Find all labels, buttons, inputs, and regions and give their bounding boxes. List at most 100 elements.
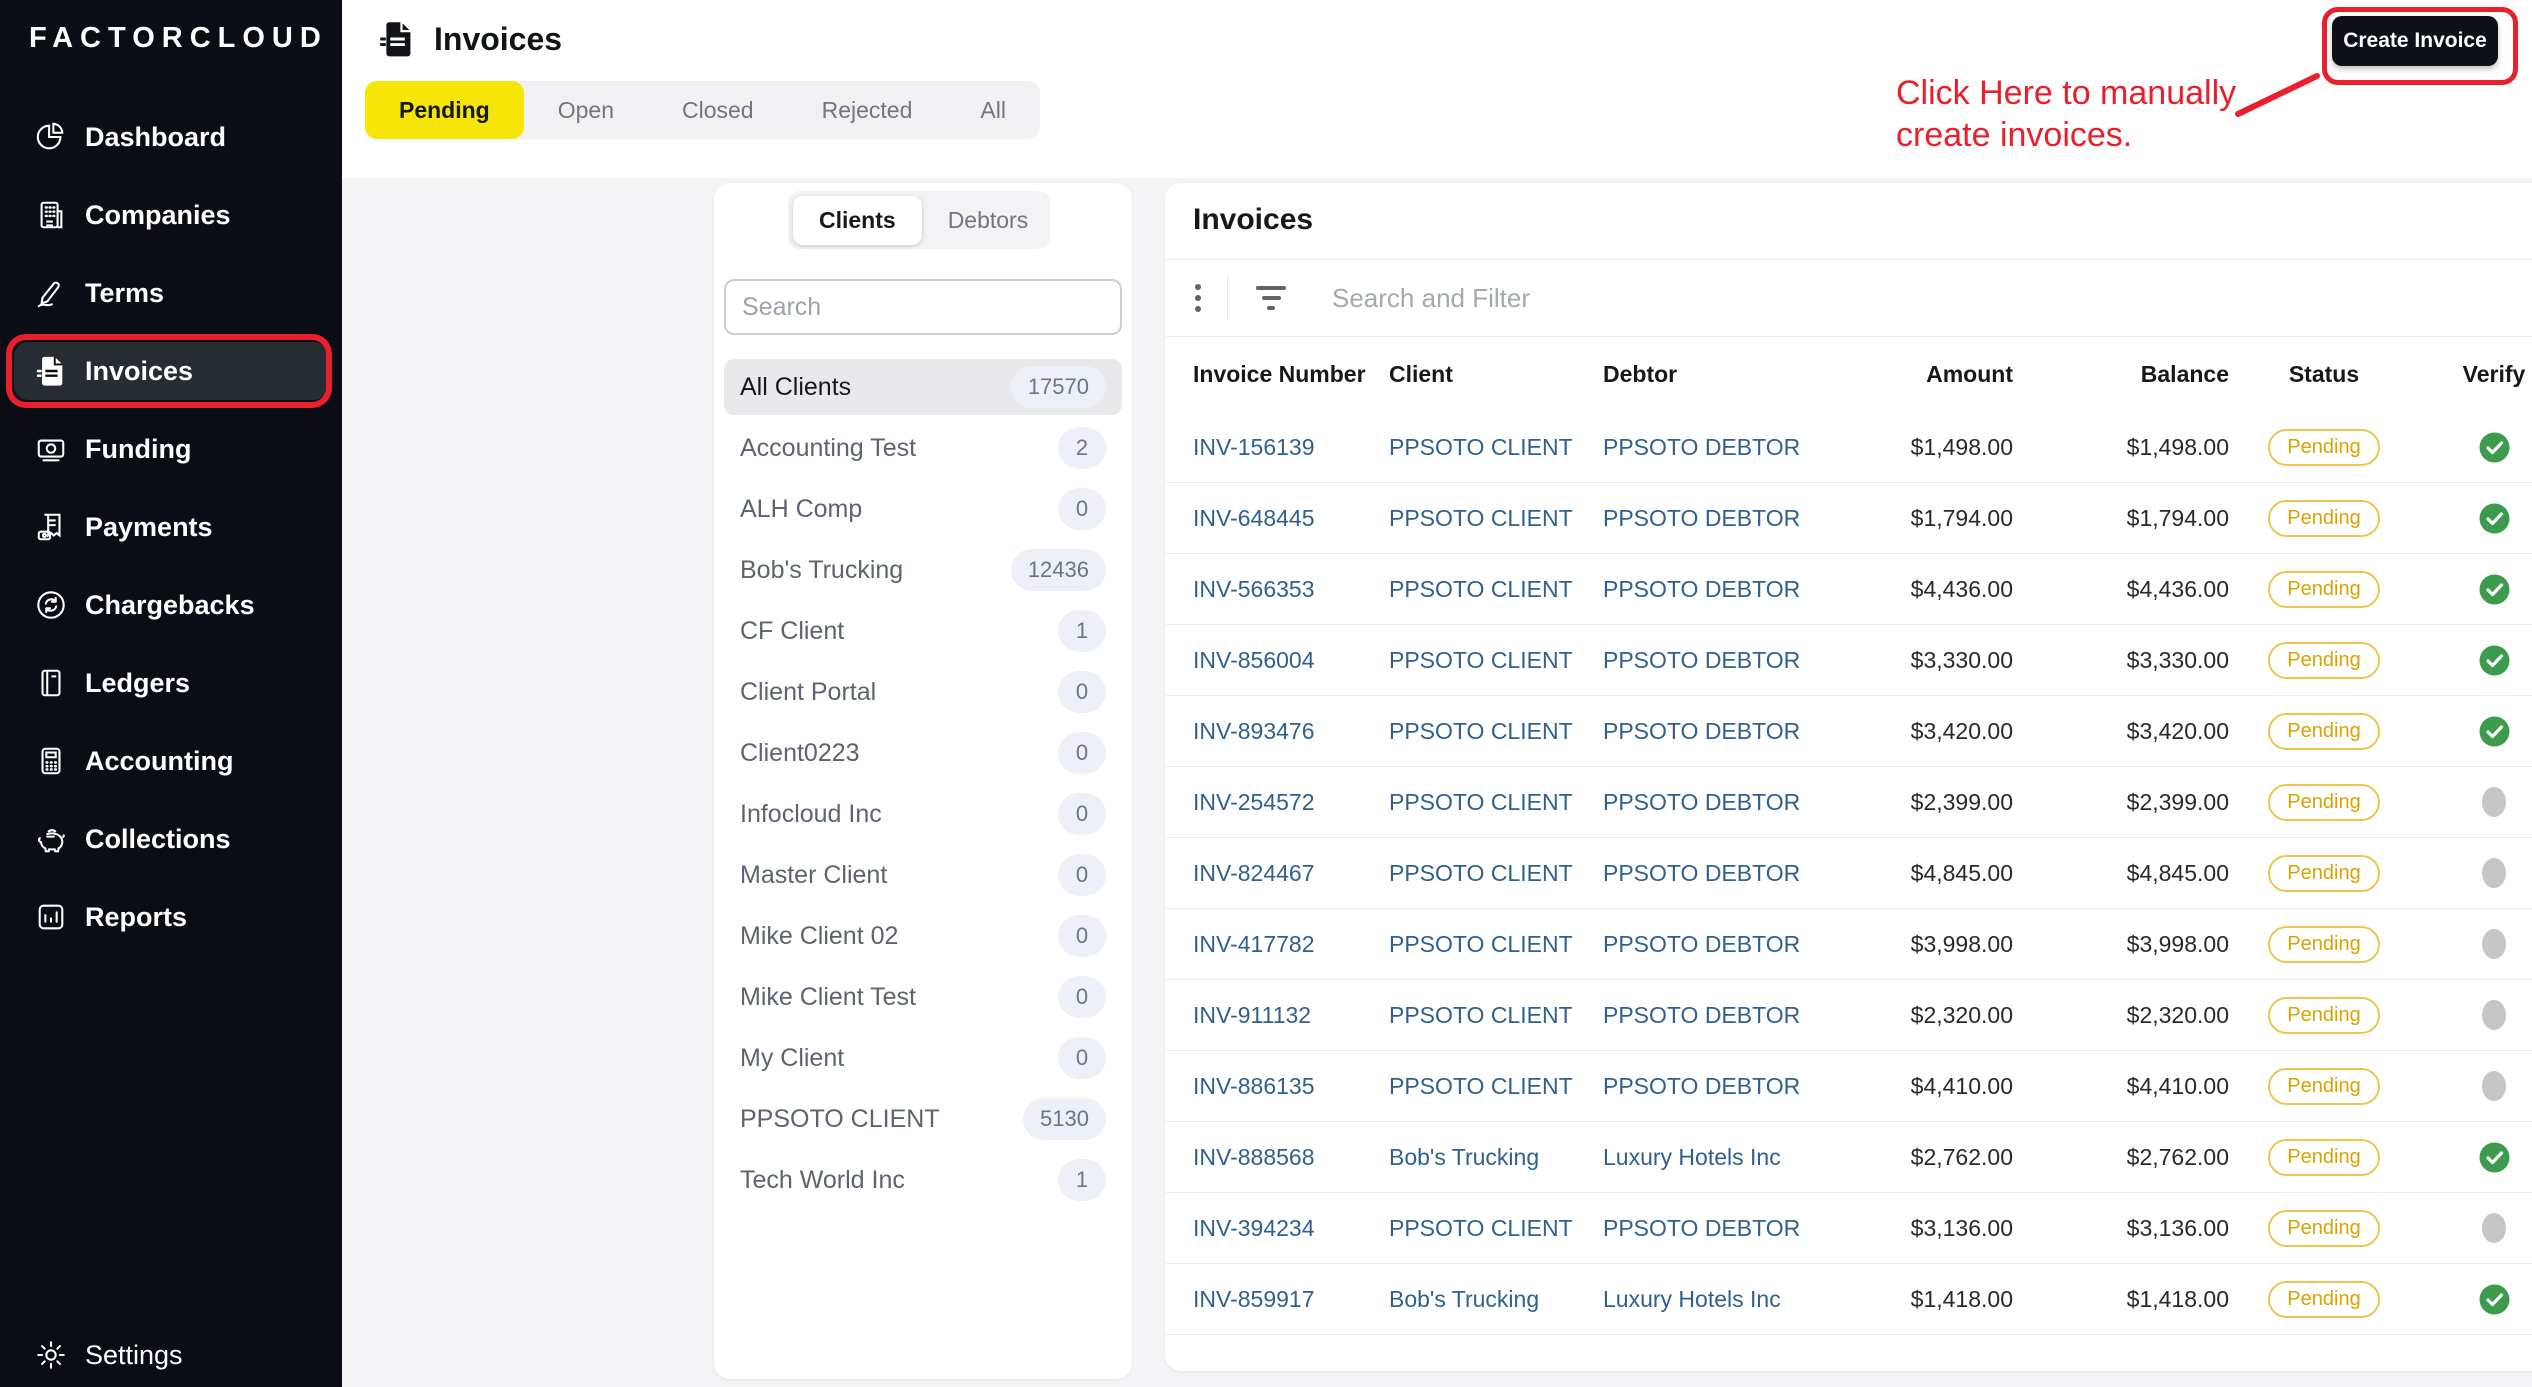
- debtor-link[interactable]: PPSOTO DEBTOR: [1603, 931, 1833, 958]
- sidebar-item-label: Invoices: [85, 355, 194, 386]
- invoice-number-link[interactable]: INV-824467: [1193, 860, 1389, 887]
- balance-cell: $4,845.00: [2126, 859, 2229, 886]
- client-item-bob-s-trucking[interactable]: Bob's Trucking 12436: [724, 542, 1122, 598]
- verify-empty-icon: [2480, 927, 2508, 961]
- sidebar-item-invoices[interactable]: Invoices: [6, 334, 332, 408]
- column-header-debtor: Debtor: [1603, 361, 1678, 387]
- sidebar-item-dashboard[interactable]: Dashboard: [14, 108, 328, 166]
- client-count-badge: 5130: [1023, 1098, 1106, 1140]
- invoice-number-link[interactable]: INV-893476: [1193, 718, 1389, 745]
- amount-cell: $4,845.00: [1910, 859, 2013, 886]
- client-item-mike-client-02[interactable]: Mike Client 02 0: [724, 908, 1122, 964]
- debtor-link[interactable]: PPSOTO DEBTOR: [1603, 647, 1833, 674]
- toggle-clients[interactable]: Clients: [793, 195, 922, 245]
- tab-all[interactable]: All: [946, 81, 1040, 139]
- table-row: INV-566353 PPSOTO CLIENT PPSOTO DEBTOR $4,4…: [1165, 554, 2532, 625]
- kebab-menu-icon[interactable]: [1189, 278, 1207, 318]
- client-link[interactable]: Bob's Trucking: [1389, 1144, 1603, 1171]
- client-item-master-client[interactable]: Master Client 0: [724, 847, 1122, 903]
- sidebar-item-terms[interactable]: Terms: [14, 264, 328, 322]
- invoice-number-link[interactable]: INV-156139: [1193, 434, 1389, 461]
- client-item-mike-client-test[interactable]: Mike Client Test 0: [724, 969, 1122, 1025]
- debtor-link[interactable]: Luxury Hotels Inc: [1603, 1144, 1833, 1171]
- client-count-badge: 0: [1058, 732, 1106, 774]
- debtor-link[interactable]: PPSOTO DEBTOR: [1603, 718, 1833, 745]
- sidebar-item-funding[interactable]: Funding: [14, 420, 328, 478]
- filter-icon[interactable]: [1250, 280, 1292, 316]
- sidebar-item-accounting[interactable]: Accounting: [14, 732, 328, 790]
- client-name: Client0223: [740, 738, 860, 767]
- invoice-number-link[interactable]: INV-566353: [1193, 576, 1389, 603]
- debtor-link[interactable]: PPSOTO DEBTOR: [1603, 1215, 1833, 1242]
- debtor-link[interactable]: PPSOTO DEBTOR: [1603, 860, 1833, 887]
- invoice-number-link[interactable]: INV-394234: [1193, 1215, 1389, 1242]
- invoice-number-link[interactable]: INV-648445: [1193, 505, 1389, 532]
- tab-rejected[interactable]: Rejected: [788, 81, 947, 139]
- debtor-link[interactable]: PPSOTO DEBTOR: [1603, 1002, 1833, 1029]
- invoice-number-link[interactable]: INV-911132: [1193, 1002, 1389, 1029]
- terms-icon: [34, 276, 68, 310]
- client-search-input[interactable]: [724, 279, 1122, 335]
- sidebar-item-reports[interactable]: Reports: [14, 888, 328, 946]
- sidebar-item-companies[interactable]: Companies: [14, 186, 328, 244]
- invoice-search-input[interactable]: [1330, 281, 2234, 315]
- tab-closed[interactable]: Closed: [648, 81, 788, 139]
- invoice-number-link[interactable]: INV-888568: [1193, 1144, 1389, 1171]
- invoice-number-link[interactable]: INV-856004: [1193, 647, 1389, 674]
- sidebar-item-ledgers[interactable]: Ledgers: [14, 654, 328, 712]
- client-link[interactable]: PPSOTO CLIENT: [1389, 434, 1603, 461]
- toggle-debtors[interactable]: Debtors: [922, 196, 1055, 245]
- client-link[interactable]: PPSOTO CLIENT: [1389, 860, 1603, 887]
- sidebar-item-label: Terms: [85, 277, 165, 308]
- table-row: INV-156139 PPSOTO CLIENT PPSOTO DEBTOR $1,4…: [1165, 412, 2532, 483]
- client-link[interactable]: PPSOTO CLIENT: [1389, 576, 1603, 603]
- tab-pending[interactable]: Pending: [365, 81, 524, 139]
- status-badge: Pending: [2268, 783, 2380, 821]
- client-count-badge: 2: [1058, 427, 1106, 469]
- client-link[interactable]: PPSOTO CLIENT: [1389, 505, 1603, 532]
- client-link[interactable]: PPSOTO CLIENT: [1389, 789, 1603, 816]
- debtor-link[interactable]: PPSOTO DEBTOR: [1603, 505, 1833, 532]
- client-item-client-portal[interactable]: Client Portal 0: [724, 664, 1122, 720]
- balance-cell: $3,420.00: [2126, 717, 2229, 744]
- invoice-number-link[interactable]: INV-254572: [1193, 789, 1389, 816]
- debtor-link[interactable]: PPSOTO DEBTOR: [1603, 576, 1833, 603]
- client-count-badge: 0: [1058, 915, 1106, 957]
- clients-panel: ClientsDebtors All Clients 17570 Accountin…: [714, 183, 1132, 1379]
- client-link[interactable]: PPSOTO CLIENT: [1389, 1073, 1603, 1100]
- client-item-all-clients[interactable]: All Clients 17570: [724, 359, 1122, 415]
- create-invoice-button[interactable]: Create Invoice: [2332, 16, 2498, 66]
- invoice-number-link[interactable]: INV-417782: [1193, 931, 1389, 958]
- client-item-my-client[interactable]: My Client 0: [724, 1030, 1122, 1086]
- client-item-cf-client[interactable]: CF Client 1: [724, 603, 1122, 659]
- client-link[interactable]: PPSOTO CLIENT: [1389, 718, 1603, 745]
- client-count-badge: 0: [1058, 671, 1106, 713]
- client-link[interactable]: PPSOTO CLIENT: [1389, 1002, 1603, 1029]
- client-link[interactable]: PPSOTO CLIENT: [1389, 647, 1603, 674]
- sidebar-item-chargebacks[interactable]: Chargebacks: [14, 576, 328, 634]
- invoice-number-link[interactable]: INV-859917: [1193, 1286, 1389, 1313]
- debtor-link[interactable]: PPSOTO DEBTOR: [1603, 434, 1833, 461]
- client-item-ppsoto-client[interactable]: PPSOTO CLIENT 5130: [724, 1091, 1122, 1147]
- tab-open[interactable]: Open: [524, 81, 648, 139]
- client-link[interactable]: Bob's Trucking: [1389, 1286, 1603, 1313]
- client-item-tech-world-inc[interactable]: Tech World Inc 1: [724, 1152, 1122, 1208]
- client-item-alh-comp[interactable]: ALH Comp 0: [724, 481, 1122, 537]
- status-badge: Pending: [2268, 570, 2380, 608]
- sidebar-item-payments[interactable]: Payments: [14, 498, 328, 556]
- client-item-accounting-test[interactable]: Accounting Test 2: [724, 420, 1122, 476]
- debtor-link[interactable]: PPSOTO DEBTOR: [1603, 789, 1833, 816]
- annotation-note-line1: Click Here to manually: [1896, 74, 2237, 112]
- debtor-link[interactable]: PPSOTO DEBTOR: [1603, 1073, 1833, 1100]
- debtor-link[interactable]: Luxury Hotels Inc: [1603, 1286, 1833, 1313]
- invoice-number-link[interactable]: INV-886135: [1193, 1073, 1389, 1100]
- client-link[interactable]: PPSOTO CLIENT: [1389, 1215, 1603, 1242]
- reports-icon: [34, 900, 68, 934]
- verify-check-icon: [2479, 716, 2510, 747]
- client-link[interactable]: PPSOTO CLIENT: [1389, 931, 1603, 958]
- sidebar-item-collections[interactable]: Collections: [14, 810, 328, 868]
- sidebar-item-settings[interactable]: Settings: [14, 1326, 328, 1384]
- client-item-client0223[interactable]: Client0223 0: [724, 725, 1122, 781]
- client-item-infocloud-inc[interactable]: Infocloud Inc 0: [724, 786, 1122, 842]
- verify-empty-icon: [2480, 856, 2508, 890]
